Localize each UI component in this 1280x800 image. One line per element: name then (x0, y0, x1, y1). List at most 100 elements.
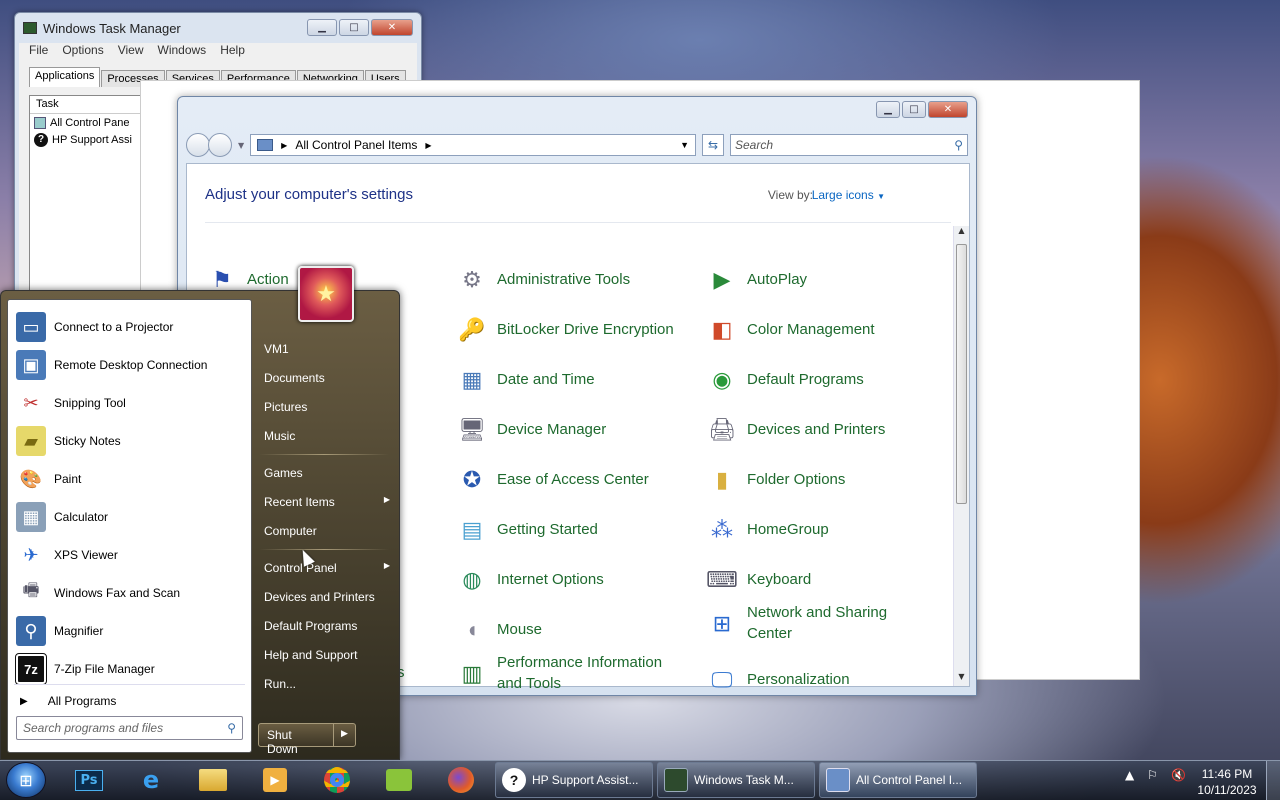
device-manager-icon: 🖥 (458, 416, 486, 442)
cp-item-devices-printers[interactable]: 🖨 Devices and Printers (705, 412, 945, 446)
program-fax-scan[interactable]: 🖷 Windows Fax and Scan (16, 578, 181, 608)
cp-item-device-manager[interactable]: 🖥 Device Manager (455, 412, 695, 446)
program-7zip[interactable]: 7z 7-Zip File Manager (15, 653, 155, 685)
maximize-button[interactable]: □ (339, 19, 369, 36)
scroll-up-icon[interactable]: ▲ (954, 226, 969, 240)
cp-item-getting-started[interactable]: ▤ Getting Started (455, 512, 695, 546)
cp-item-administrative-tools[interactable]: ⚙ Administrative Tools (455, 262, 695, 296)
taskbar-button-task-manager[interactable]: Windows Task M... (657, 762, 815, 798)
refresh-button[interactable]: ⇆ (702, 134, 724, 156)
program-xps-viewer[interactable]: ✈ XPS Viewer (16, 540, 117, 570)
action-center-icon[interactable]: ⚐ (1147, 768, 1158, 782)
menu-windows[interactable]: Windows (158, 43, 207, 61)
start-link-documents[interactable]: Documents (264, 371, 390, 385)
program-calculator[interactable]: ▦ Calculator (16, 502, 108, 532)
program-sticky-notes[interactable]: ▰ Sticky Notes (16, 426, 121, 456)
chevron-right-icon[interactable]: ▶ (281, 141, 287, 150)
cp-item-folder-options[interactable]: ▮ Folder Options (705, 462, 945, 496)
start-link-games[interactable]: Games (264, 466, 390, 480)
shutdown-button[interactable]: Shut Down ▶ (258, 723, 356, 756)
taskbar-button-control-panel[interactable]: All Control Panel I... (819, 762, 977, 798)
volume-muted-icon[interactable]: 🔇 (1171, 768, 1186, 782)
maximize-button[interactable]: □ (902, 101, 926, 118)
program-connect-projector[interactable]: ▭ Connect to a Projector (16, 312, 173, 342)
menu-file[interactable]: File (29, 43, 48, 61)
cp-item-keyboard[interactable]: ⌨ Keyboard (705, 562, 945, 596)
scroll-thumb[interactable] (956, 244, 967, 504)
show-hidden-icons-icon[interactable]: ▲ (1125, 768, 1134, 782)
back-button[interactable] (186, 133, 210, 157)
program-paint[interactable]: 🎨 Paint (16, 464, 82, 494)
media-player-pinned[interactable]: ▶ (252, 764, 298, 796)
task-row[interactable]: All Control Pane (30, 114, 148, 131)
taskbar-clock[interactable]: 11:46 PM 10/11/2023 (1196, 766, 1258, 798)
column-header-task[interactable]: Task (30, 96, 148, 114)
minimize-button[interactable]: ▁ (876, 101, 900, 118)
forward-button[interactable] (208, 133, 232, 157)
scroll-down-icon[interactable]: ▼ (954, 672, 969, 686)
start-link-help-support[interactable]: Help and Support (264, 648, 390, 662)
address-bar[interactable]: ▶ All Control Panel Items ▶ ▼ (250, 134, 696, 156)
close-button[interactable]: ✕ (928, 101, 968, 118)
start-link-label: Control Panel (264, 561, 337, 575)
program-remote-desktop[interactable]: ▣ Remote Desktop Connection (16, 350, 207, 380)
view-by-dropdown[interactable]: Large icons ▼ (812, 188, 885, 202)
menu-view[interactable]: View (118, 43, 144, 61)
all-programs-button[interactable]: ▶ All Programs (20, 694, 116, 708)
ie-pinned[interactable]: e (128, 764, 174, 796)
cp-item-network-sharing[interactable]: ⊞ Network and Sharing Center (705, 602, 915, 644)
app-pinned[interactable] (376, 764, 422, 796)
task-row[interactable]: ? HP Support Assi (30, 131, 148, 148)
tab-applications[interactable]: Applications (29, 67, 101, 87)
cp-item-personalization[interactable]: 🖵 Personalization (705, 662, 945, 696)
explorer-pinned[interactable] (190, 764, 236, 796)
close-button[interactable]: ✕ (371, 19, 413, 36)
minimize-button[interactable]: ▁ (307, 19, 337, 36)
menu-options[interactable]: Options (62, 43, 103, 61)
chevron-right-icon[interactable]: ▶ (425, 141, 431, 150)
cp-item-internet-options[interactable]: ◍ Internet Options (455, 562, 695, 596)
show-desktop-button[interactable] (1266, 761, 1280, 800)
start-button[interactable]: ⊞ (6, 762, 46, 798)
start-link-control-panel[interactable]: Control Panel ▶ (264, 561, 390, 575)
cp-item-partial[interactable]: s (397, 662, 417, 683)
program-magnifier[interactable]: ⚲ Magnifier (16, 616, 103, 646)
taskbar-button-hp-support[interactable]: ? HP Support Assist... (495, 762, 653, 798)
cp-item-label: Mouse (497, 620, 543, 638)
photoshop-pinned[interactable]: Ps (66, 764, 112, 796)
start-link-computer[interactable]: Computer (264, 524, 390, 538)
start-link-run[interactable]: Run... (264, 677, 390, 691)
start-search-input[interactable]: Search programs and files ⚲ (16, 716, 243, 740)
start-link-recent-items[interactable]: Recent Items ▶ (264, 495, 390, 509)
recent-pages-icon[interactable]: ▼ (238, 141, 244, 150)
breadcrumb-all-items[interactable]: All Control Panel Items (295, 138, 417, 152)
start-link-label: Devices and Printers (264, 590, 375, 604)
avatar[interactable]: ★ (298, 266, 354, 322)
search-input[interactable]: Search ⚲ (730, 134, 968, 156)
start-link-devices-printers[interactable]: Devices and Printers (264, 590, 390, 604)
start-link-pictures[interactable]: Pictures (264, 400, 390, 414)
cp-item-mouse[interactable]: ◖ Mouse (455, 612, 695, 646)
program-label: Remote Desktop Connection (54, 358, 208, 372)
cp-item-ease-of-access[interactable]: ✪ Ease of Access Center (455, 462, 695, 496)
homegroup-icon: ⁂ (711, 516, 733, 542)
cp-item-date-time[interactable]: ▦ Date and Time (455, 362, 695, 396)
shutdown-options-icon[interactable]: ▶ (333, 724, 355, 746)
cp-item-color-management[interactable]: ◧ Color Management (705, 312, 945, 346)
menu-help[interactable]: Help (220, 43, 245, 61)
start-link-default-programs[interactable]: Default Programs (264, 619, 390, 633)
cp-item-performance[interactable]: ▥ Performance Information and Tools (455, 652, 685, 694)
start-link-user[interactable]: VM1 (264, 342, 390, 356)
start-link-music[interactable]: Music (264, 429, 390, 443)
cp-item-default-programs[interactable]: ◉ Default Programs (705, 362, 945, 396)
cp-item-homegroup[interactable]: ⁂ HomeGroup (705, 512, 945, 546)
default-programs-icon: ◉ (712, 366, 732, 392)
cp-item-bitlocker[interactable]: 🔑 BitLocker Drive Encryption (455, 312, 695, 346)
vertical-scrollbar[interactable]: ▲ ▼ (953, 226, 969, 686)
task-list[interactable]: Task All Control Pane ? HP Support Assi (29, 95, 149, 295)
firefox-pinned[interactable] (438, 764, 484, 796)
chrome-pinned[interactable] (314, 764, 360, 796)
address-dropdown-icon[interactable]: ▼ (680, 140, 689, 150)
program-snipping-tool[interactable]: ✂ Snipping Tool (16, 388, 125, 418)
cp-item-autoplay[interactable]: ▶ AutoPlay (705, 262, 945, 296)
